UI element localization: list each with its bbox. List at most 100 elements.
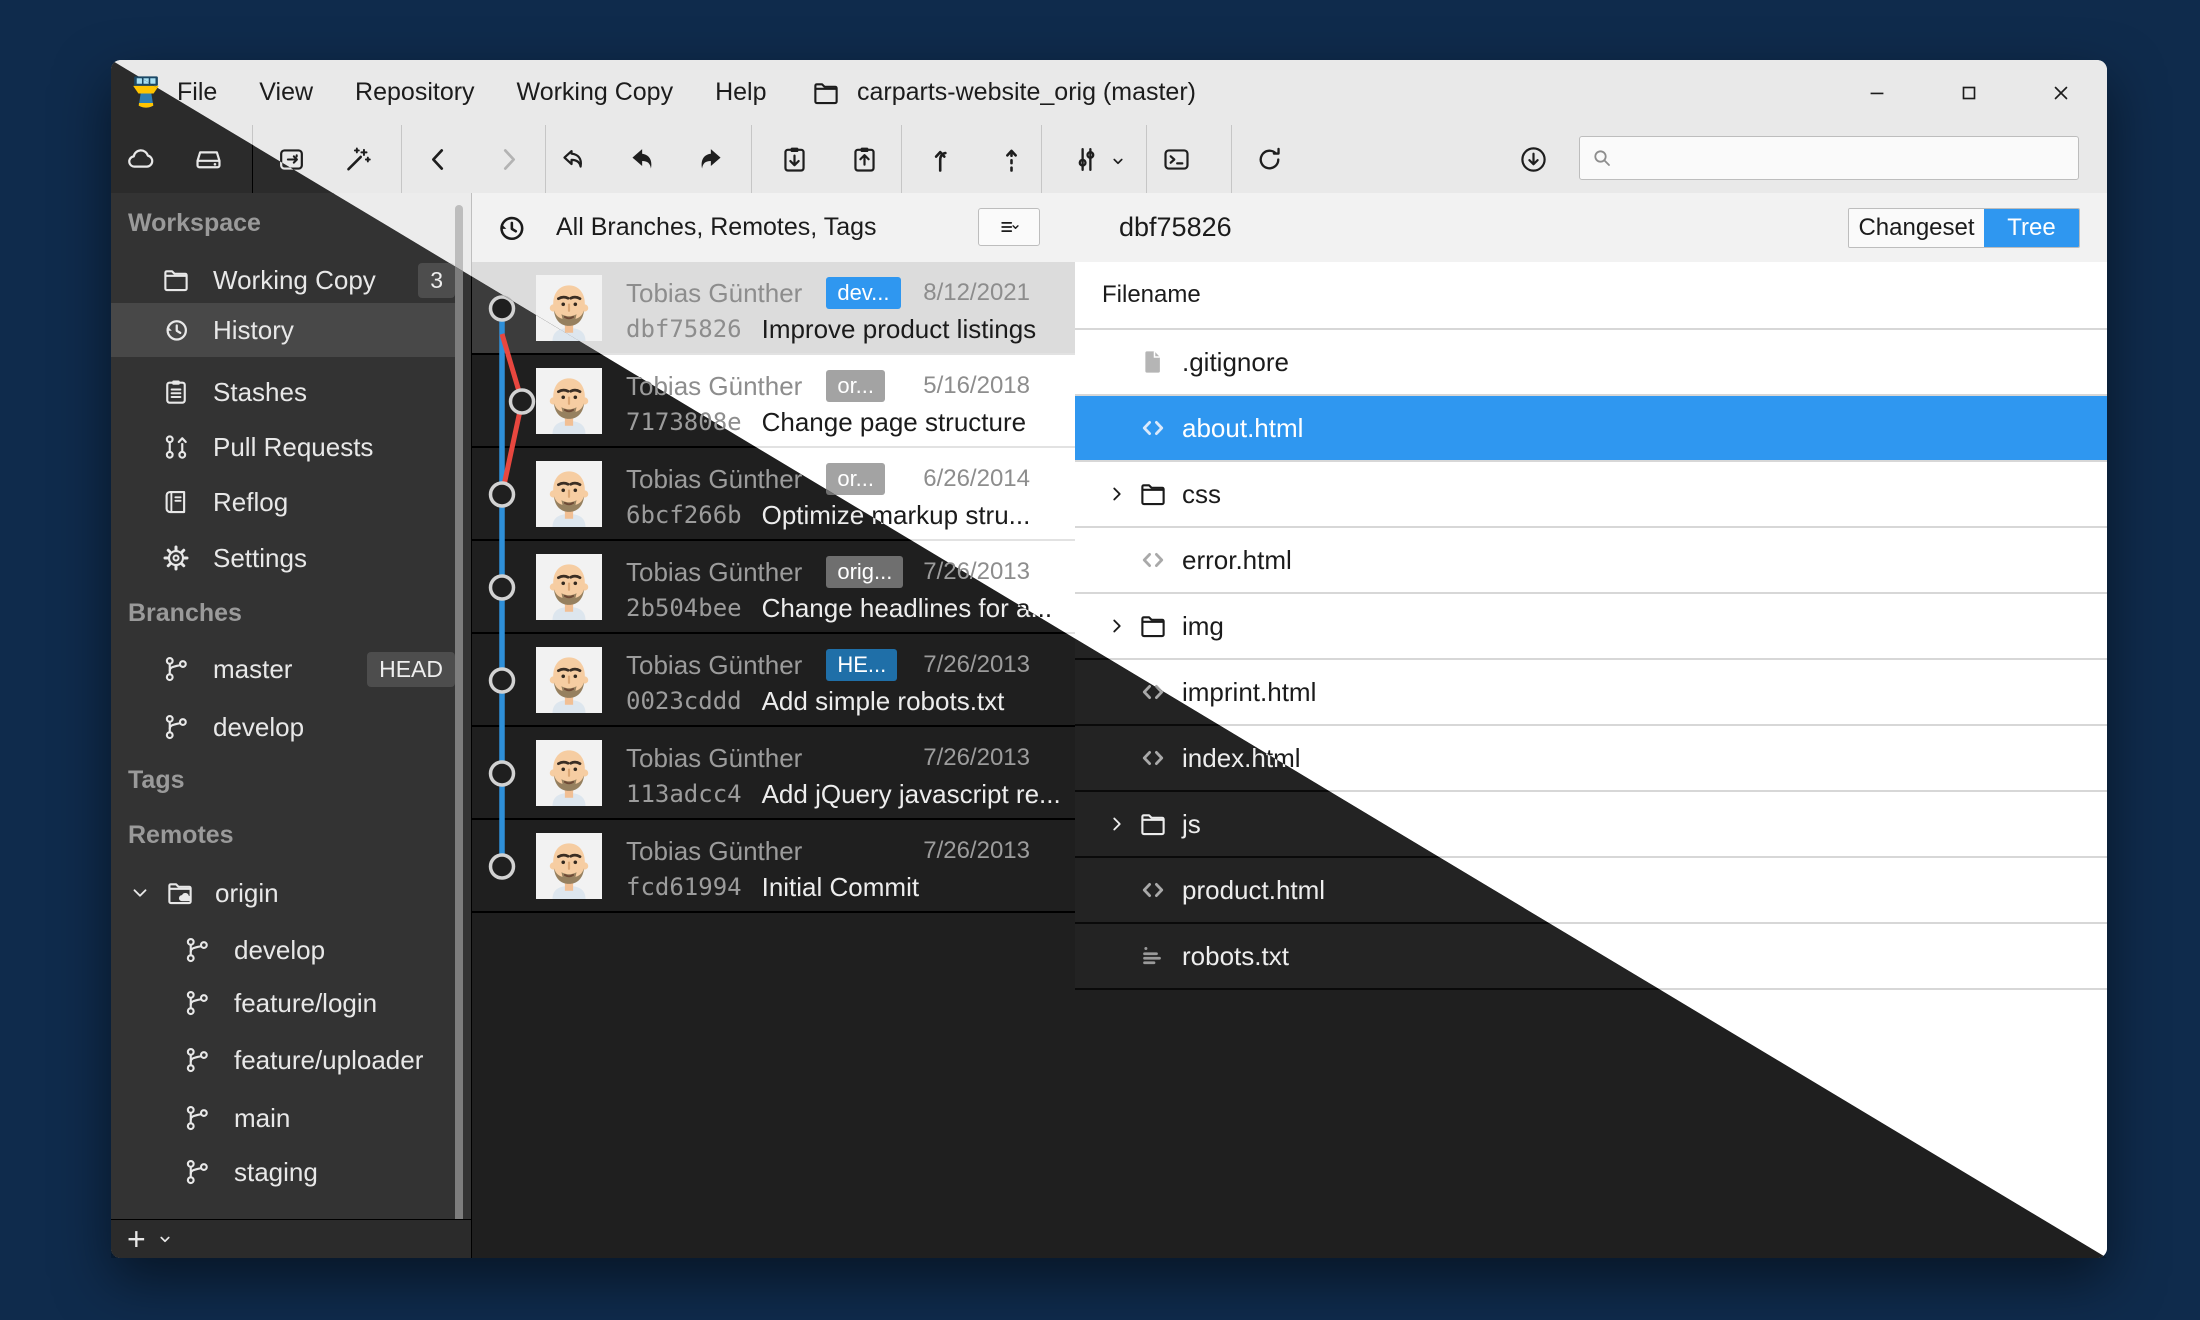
git-branch-icon	[182, 988, 212, 1018]
sidebar-item-pull-requests[interactable]: Pull Requests	[111, 420, 455, 474]
refresh-button[interactable]	[1247, 139, 1291, 179]
push-button[interactable]	[689, 139, 733, 179]
back-button[interactable]	[416, 139, 460, 179]
terminal-button[interactable]	[1154, 139, 1198, 179]
forward-button[interactable]	[486, 139, 530, 179]
file-name: product.html	[1182, 875, 1325, 906]
commit-message: Add simple robots.txt	[762, 686, 1005, 717]
avatar	[536, 461, 602, 527]
commit-hash: 113adcc4	[626, 780, 742, 808]
rebase-button[interactable]	[989, 139, 1033, 179]
chevron-down-icon[interactable]	[129, 882, 151, 904]
branch-badge: or...	[826, 370, 885, 402]
close-button[interactable]	[2015, 60, 2107, 125]
menu-help[interactable]: Help	[715, 78, 766, 107]
commit-message: Improve product listings	[762, 314, 1037, 345]
file-row-error-html[interactable]: error.html	[1075, 528, 2107, 594]
undo-icon	[558, 144, 589, 175]
sidebar-remote-branch-feature-uploader[interactable]: feature/uploader	[111, 1033, 455, 1087]
file-row-imprint-html[interactable]: imprint.html	[1075, 660, 2107, 726]
commit-row[interactable]: Tobias Günther7/26/2013 113adcc4Add jQue…	[472, 727, 1075, 820]
chevron-down-icon[interactable]	[156, 1230, 174, 1248]
branch-badge: or...	[826, 463, 885, 495]
hamburger-menu-icon	[998, 216, 1020, 238]
commit-message: Initial Commit	[762, 872, 919, 903]
drive-icon	[193, 144, 224, 175]
commit-row[interactable]: Tobias GüntherHE...7/26/2013 0023cdddAdd…	[472, 634, 1075, 727]
branch-label: feature/uploader	[234, 1045, 423, 1076]
download-indicator-button[interactable]	[1511, 139, 1555, 179]
sidebar-item-settings[interactable]: Settings	[111, 531, 455, 585]
commit-date: 5/16/2018	[923, 372, 1030, 400]
menu-repository[interactable]: Repository	[355, 78, 475, 107]
file-row-about-html[interactable]: about.html	[1075, 396, 2107, 462]
commit-row[interactable]: Tobias Günther7/26/2013 fcd61994Initial …	[472, 820, 1075, 913]
minimize-button[interactable]	[1831, 60, 1923, 125]
fetch-button[interactable]	[119, 139, 163, 179]
commit-hash: 6bcf266b	[626, 501, 742, 529]
merge-button[interactable]	[919, 139, 963, 179]
sliders-icon	[1071, 144, 1102, 175]
head-badge: HE...	[826, 649, 897, 681]
menu-file[interactable]: File	[177, 78, 217, 107]
desktop-background: File View Repository Working Copy Help c…	[0, 0, 2200, 1320]
menu-working-copy[interactable]: Working Copy	[517, 78, 674, 107]
local-repo-button[interactable]	[186, 139, 230, 179]
sidebar-remote-branch-main[interactable]: main	[111, 1091, 455, 1145]
sidebar-scrollbar-thumb[interactable]	[455, 205, 463, 1258]
changeset-tab[interactable]: Changeset	[1849, 209, 1984, 247]
commit-author: Tobias Günther	[626, 743, 802, 774]
branches-header: Branches	[128, 593, 242, 633]
toolbar-divider	[1146, 125, 1147, 193]
sidebar-remote-branch-feature-login[interactable]: feature/login	[111, 976, 455, 1030]
git-branch-icon	[161, 654, 191, 684]
sidebar-item-label: Reflog	[213, 487, 288, 518]
sidebar-item-stashes[interactable]: Stashes	[111, 365, 455, 419]
sidebar-branch-develop[interactable]: develop	[111, 700, 455, 754]
code-file-icon	[1138, 875, 1168, 905]
close-icon	[2050, 82, 2072, 104]
expand-chevron-icon[interactable]	[1106, 615, 1128, 637]
book-icon	[161, 487, 191, 517]
text-file-icon	[1138, 941, 1168, 971]
undo-button[interactable]	[551, 139, 595, 179]
sidebar-item-reflog[interactable]: Reflog	[111, 475, 455, 529]
folder-icon	[811, 78, 841, 108]
sidebar-remote-origin[interactable]: origin	[111, 866, 455, 920]
avatar	[536, 554, 602, 620]
git-branch-icon	[182, 1045, 212, 1075]
commit-date: 7/26/2013	[923, 744, 1030, 772]
sidebar-branch-master[interactable]: master HEAD	[111, 642, 455, 696]
chevron-left-icon	[423, 144, 454, 175]
sidebar-item-label: History	[213, 315, 294, 346]
history-options-button[interactable]	[978, 208, 1040, 246]
add-repository-button[interactable]: +	[127, 1223, 146, 1255]
head-badge: HEAD	[367, 652, 455, 687]
sidebar-remote-branch-develop[interactable]: develop	[111, 923, 455, 977]
stash-save-button[interactable]	[772, 139, 816, 179]
commit-details-header: dbf75826 Changeset Tree	[1075, 193, 2107, 263]
sidebar-item-label: Stashes	[213, 377, 307, 408]
file-row-img[interactable]: img	[1075, 594, 2107, 660]
sidebar-remote-branch-staging[interactable]: staging	[111, 1145, 455, 1199]
expand-chevron-icon[interactable]	[1106, 813, 1128, 835]
pull-button[interactable]	[619, 139, 663, 179]
search-input[interactable]	[1622, 143, 2068, 173]
avatar	[536, 368, 602, 434]
maximize-button[interactable]	[1923, 60, 2015, 125]
filename-column-header[interactable]: Filename	[1075, 262, 2107, 330]
stash-apply-button[interactable]	[842, 139, 886, 179]
menu-view[interactable]: View	[259, 78, 313, 107]
file-row-css[interactable]: css	[1075, 462, 2107, 528]
sidebar-item-working-copy[interactable]: Working Copy 3	[111, 253, 455, 307]
compare-button[interactable]	[1064, 139, 1108, 179]
branch-filter-label: All Branches, Remotes, Tags	[556, 213, 877, 242]
expand-chevron-icon[interactable]	[1106, 483, 1128, 505]
commit-hash: fcd61994	[626, 873, 742, 901]
file-row-gitignore[interactable]: .gitignore	[1075, 330, 2107, 396]
title-bar: File View Repository Working Copy Help c…	[111, 60, 2107, 125]
workspace-header: Workspace	[128, 203, 261, 243]
quick-actions-button[interactable]	[335, 139, 379, 179]
sidebar-item-history[interactable]: History	[111, 303, 455, 357]
tree-tab[interactable]: Tree	[1984, 209, 2079, 247]
